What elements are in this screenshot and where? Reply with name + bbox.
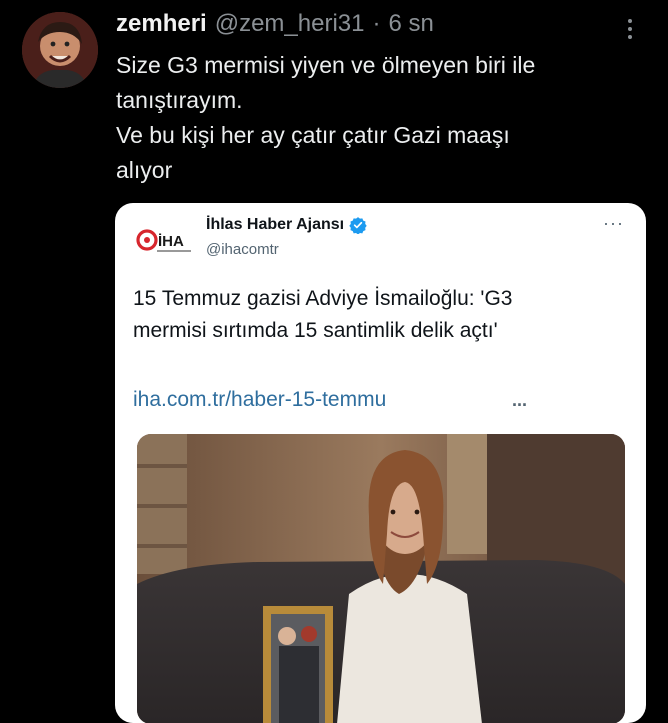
link-ellipsis: ... (512, 390, 528, 410)
avatar[interactable] (22, 12, 98, 88)
news-photo[interactable] (137, 434, 625, 723)
logo-text: İHA (158, 233, 184, 250)
tweet-timestamp[interactable]: 6 sn (388, 10, 433, 38)
tweet: zemheri @zem_heri31 · 6 sn Size G3 mermi… (0, 0, 668, 723)
quoted-headline: 15 Temmuz gazisi Adviye İsmailoğlu: 'G3 … (133, 283, 633, 347)
headline-line: mermisi sırtımda 15 santimlik delik açtı… (133, 319, 498, 342)
quoted-author-name: İhlas Haber Ajansı (206, 216, 345, 233)
iha-logo: İHA (135, 225, 197, 259)
quoted-post-card[interactable]: İHA İhlas Haber Ajansı @ihacomtr ··· 15 … (115, 203, 646, 723)
verified-badge-icon (349, 217, 367, 234)
tweet-text: Size G3 mermisi yiyen ve ölmeyen biri il… (116, 48, 636, 188)
quoted-author-name-row[interactable]: İhlas Haber Ajansı (206, 216, 367, 234)
tweet-text-line: alıyor (116, 157, 173, 183)
quoted-author-handle[interactable]: @ihacomtr (206, 241, 279, 258)
tweet-text-line: Size G3 mermisi yiyen ve ölmeyen biri il… (116, 52, 536, 78)
author-display-name[interactable]: zemheri (116, 10, 207, 38)
more-vertical-icon[interactable] (620, 14, 640, 44)
avatar-image (22, 12, 98, 88)
tweet-text-line: tanıştırayım. (116, 87, 243, 113)
article-link[interactable]: iha.com.tr/haber-15-temmu (133, 388, 386, 412)
author-handle[interactable]: @zem_heri31 (215, 10, 365, 38)
tweet-header: zemheri @zem_heri31 · 6 sn (116, 10, 434, 44)
headline-line: 15 Temmuz gazisi Adviye İsmailoğlu: 'G3 (133, 287, 513, 310)
separator-dot: · (372, 10, 381, 37)
tweet-text-line: Ve bu kişi her ay çatır çatır Gazi maaşı (116, 122, 510, 148)
quoted-more-icon[interactable]: ··· (603, 213, 624, 234)
